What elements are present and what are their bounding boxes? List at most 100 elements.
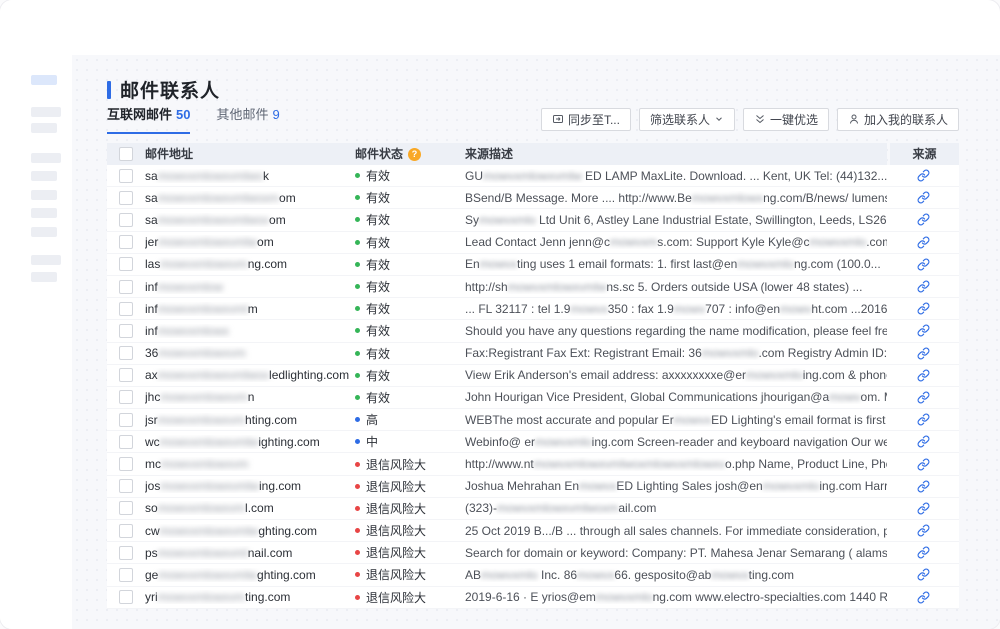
table-row[interactable]: axmowvxmlowxvmlwoxledlighting.com 有效 Vie… (107, 365, 959, 387)
email-status-cell: 有效 (355, 300, 465, 317)
email-address-cell: samowvxmlowxvmlwok (145, 169, 355, 183)
one-click-optimize-button[interactable]: 一键优选 (743, 108, 829, 131)
source-link-icon[interactable] (917, 302, 930, 315)
row-checkbox[interactable] (119, 235, 133, 249)
email-address-cell: infmowvxmlow (145, 280, 355, 294)
table-row[interactable]: infmowvxmlow 有效 http://shmowvxmlowxvmlwn… (107, 276, 959, 298)
sidebar-item[interactable] (31, 255, 61, 265)
sidebar-item[interactable] (31, 272, 57, 282)
sidebar-item[interactable] (31, 153, 61, 163)
source-link-icon[interactable] (917, 480, 930, 493)
source-link-icon[interactable] (917, 413, 930, 426)
sidebar-item[interactable] (31, 190, 57, 200)
sidebar-item-active[interactable] (31, 75, 57, 85)
source-link-icon[interactable] (917, 524, 930, 537)
select-all-checkbox[interactable] (119, 147, 133, 161)
source-link-icon[interactable] (917, 280, 930, 293)
source-description-cell: Webinfo@ ermowvxmloing.com Screen-reader… (465, 435, 887, 449)
source-description-cell: Should you have any questions regarding … (465, 324, 887, 338)
row-checkbox[interactable] (119, 501, 133, 515)
source-link-icon[interactable] (917, 591, 930, 604)
source-link-icon[interactable] (917, 546, 930, 559)
row-checkbox[interactable] (119, 457, 133, 471)
status-dot (355, 595, 360, 600)
sidebar-item[interactable] (31, 171, 57, 181)
table-row[interactable]: 36mowvxmlowxvm 有效 Fax:Registrant Fax Ext… (107, 343, 959, 365)
help-icon[interactable]: ? (408, 148, 421, 161)
source-description-cell: (323)-mowvxmlowxvmlwoxmail.com (465, 501, 887, 515)
table-row[interactable]: lasmowvxmlowxvmng.com 有效 Enmowvxting use… (107, 254, 959, 276)
sidebar-item[interactable] (31, 107, 61, 117)
sidebar-item[interactable] (31, 208, 57, 218)
source-link-icon[interactable] (917, 458, 930, 471)
status-dot (355, 195, 360, 200)
status-dot (355, 417, 360, 422)
row-checkbox[interactable] (119, 191, 133, 205)
row-checkbox[interactable] (119, 479, 133, 493)
row-checkbox[interactable] (119, 568, 133, 582)
description-column-header: 来源描述 (465, 143, 887, 165)
source-column-header: 来源 (890, 143, 959, 165)
row-checkbox[interactable] (119, 213, 133, 227)
status-dot (355, 395, 360, 400)
source-link-icon[interactable] (917, 502, 930, 515)
source-link-icon[interactable] (917, 213, 930, 226)
email-status-cell: 中 (355, 433, 465, 450)
source-link-icon[interactable] (917, 435, 930, 448)
email-status-cell: 有效 (355, 234, 465, 251)
email-address-cell: 36mowvxmlowxvm (145, 346, 355, 360)
row-checkbox[interactable] (119, 324, 133, 338)
table-row[interactable]: somowvxmlowxvml.com 退信风险大 (323)-mowvxmlo… (107, 498, 959, 520)
source-link-icon[interactable] (917, 236, 930, 249)
row-checkbox[interactable] (119, 257, 133, 271)
table-row[interactable]: cwmowvxmlowxvmlwghting.com 退信风险大 25 Oct … (107, 520, 959, 542)
row-checkbox[interactable] (119, 546, 133, 560)
table-row[interactable]: jhcmowvxmlowxvmn 有效 John Hourigan Vice P… (107, 387, 959, 409)
row-checkbox[interactable] (119, 302, 133, 316)
row-checkbox[interactable] (119, 435, 133, 449)
row-checkbox[interactable] (119, 524, 133, 538)
table-row[interactable]: jsrmowvxmlowxvmhting.com 高 WEBThe most a… (107, 409, 959, 431)
add-to-my-contacts-button[interactable]: 加入我的联系人 (837, 108, 959, 131)
table-row[interactable]: samowvxmlowxvmlwoxom 有效 Symowvxmlo Ltd U… (107, 209, 959, 231)
row-checkbox[interactable] (119, 390, 133, 404)
double-chevron-down-icon (754, 113, 766, 125)
main-panel: 邮件联系人 互联网邮件50 其他邮件9 同步至T... 筛选联系人 (72, 55, 1000, 629)
row-checkbox[interactable] (119, 169, 133, 183)
source-link-icon[interactable] (917, 258, 930, 271)
table-row[interactable]: wcmowvxmlowxvmlwighting.com 中 Webinfo@ e… (107, 431, 959, 453)
source-link-icon[interactable] (917, 369, 930, 382)
table-row[interactable]: samowvxmlowxvmlwok 有效 GUmowvxmlowxvmlw E… (107, 165, 959, 187)
source-description-cell: Symowvxmlo Ltd Unit 6, Astley Lane Indus… (465, 213, 887, 227)
row-checkbox[interactable] (119, 413, 133, 427)
table-row[interactable]: josmowvxmlowxvmlwing.com 退信风险大 Joshua Me… (107, 476, 959, 498)
sidebar-item[interactable] (31, 123, 57, 133)
filter-contacts-button[interactable]: 筛选联系人 (639, 108, 735, 131)
source-description-cell: http://www.ntmowvxmlowxvmlwoxmlowvxmlowx… (465, 457, 887, 471)
table-row[interactable]: yrimowvxmlowxvmting.com 退信风险大 2019-6-16 … (107, 587, 959, 609)
source-description-cell: WEBThe most accurate and popular Ermowvx… (465, 413, 887, 427)
table-row[interactable]: infmowvxmlowxvmlm 有效 ... FL 32117 : tel … (107, 298, 959, 320)
email-address-cell: axmowvxmlowxvmlwoxledlighting.com (145, 368, 355, 382)
source-link-icon[interactable] (917, 324, 930, 337)
table-row[interactable]: gemowvxmlowxvmlwghting.com 退信风险大 ABmowvx… (107, 564, 959, 586)
tab-bar: 互联网邮件50 其他邮件9 (107, 104, 280, 134)
table-row[interactable]: jermowvxmlowxvmlwom 有效 Lead Contact Jenn… (107, 232, 959, 254)
source-link-icon[interactable] (917, 169, 930, 182)
row-checkbox[interactable] (119, 280, 133, 294)
table-row[interactable]: samowvxmlowxvmlwoxmom 有效 BSend/B Message… (107, 187, 959, 209)
table-row[interactable]: psmowvxmlowxvmlnail.com 退信风险大 Search for… (107, 542, 959, 564)
row-checkbox[interactable] (119, 368, 133, 382)
source-link-icon[interactable] (917, 391, 930, 404)
sidebar-item[interactable] (31, 227, 57, 237)
tab-other-mail[interactable]: 其他邮件9 (216, 104, 279, 134)
source-link-icon[interactable] (917, 347, 930, 360)
row-checkbox[interactable] (119, 346, 133, 360)
source-link-icon[interactable] (917, 191, 930, 204)
tab-internet-mail[interactable]: 互联网邮件50 (107, 104, 190, 134)
table-row[interactable]: infmowvxmlowx 有效 Should you have any que… (107, 320, 959, 342)
sync-button[interactable]: 同步至T... (541, 108, 631, 131)
source-link-icon[interactable] (917, 568, 930, 581)
table-row[interactable]: mcmowvxmlowxvm 退信风险大 http://www.ntmowvxm… (107, 453, 959, 475)
row-checkbox[interactable] (119, 590, 133, 604)
